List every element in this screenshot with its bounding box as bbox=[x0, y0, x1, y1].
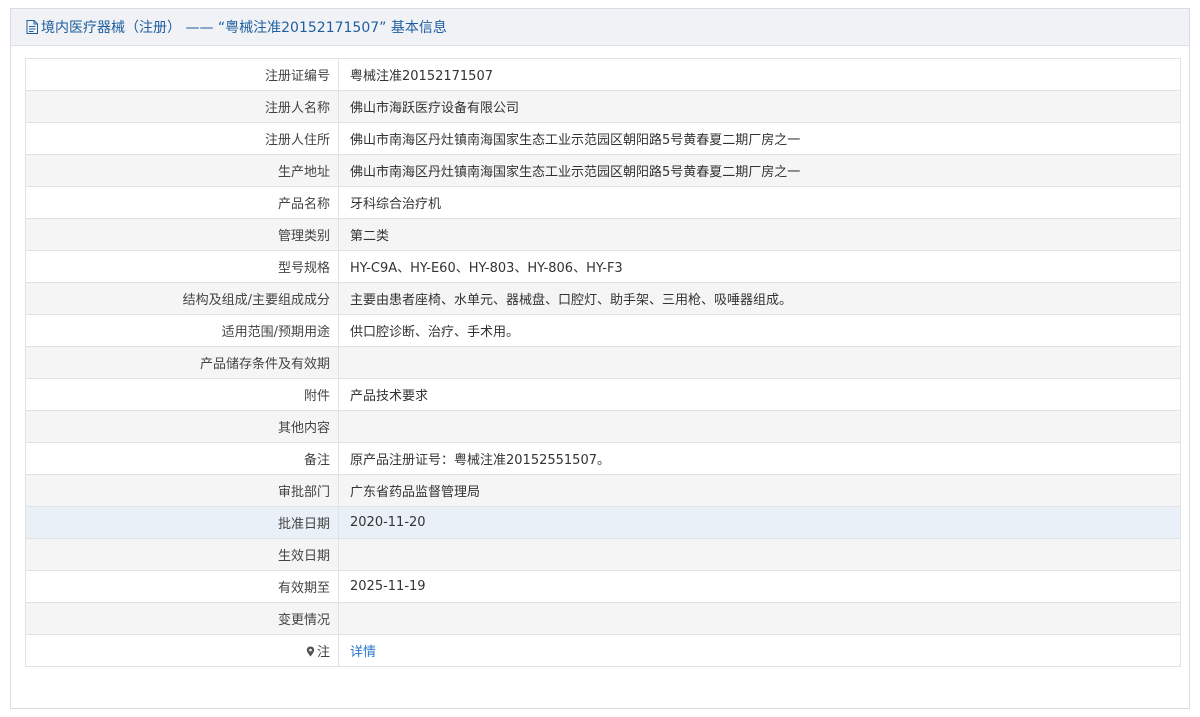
table-row: 适用范围/预期用途 供口腔诊断、治疗、手术用。 bbox=[25, 314, 1181, 347]
table-row: 结构及组成/主要组成成分 主要由患者座椅、水单元、器械盘、口腔灯、助手架、三用枪、… bbox=[25, 282, 1181, 315]
field-value: 广东省药品监督管理局 bbox=[338, 474, 1181, 507]
field-value bbox=[338, 346, 1181, 379]
field-value bbox=[338, 538, 1181, 571]
pin-icon bbox=[306, 646, 315, 657]
table-row: 产品储存条件及有效期 bbox=[25, 346, 1181, 379]
field-label: 审批部门 bbox=[25, 474, 339, 507]
field-label: 其他内容 bbox=[25, 410, 339, 443]
table-row: 管理类别 第二类 bbox=[25, 218, 1181, 251]
field-label: 批准日期 bbox=[25, 506, 339, 539]
table-row: 变更情况 bbox=[25, 602, 1181, 635]
field-label: 注册人住所 bbox=[25, 122, 339, 155]
table-row: 有效期至 2025-11-19 bbox=[25, 570, 1181, 603]
page-title: 境内医疗器械（注册） —— “粤械注准20152171507” 基本信息 bbox=[41, 20, 447, 36]
panel-header: 境内医疗器械（注册） —— “粤械注准20152171507” 基本信息 bbox=[11, 9, 1189, 46]
table-row: 生效日期 bbox=[25, 538, 1181, 571]
field-value bbox=[338, 602, 1181, 635]
field-label: 注 bbox=[25, 634, 339, 667]
field-value: 2025-11-19 bbox=[338, 570, 1181, 603]
field-value: 供口腔诊断、治疗、手术用。 bbox=[338, 314, 1181, 347]
info-table: 注册证编号 粤械注准20152171507 注册人名称 佛山市海跃医疗设备有限公司 注册… bbox=[25, 58, 1181, 667]
field-value: 粤械注准20152171507 bbox=[338, 58, 1181, 91]
table-row: 备注 原产品注册证号：粤械注准20152551507。 bbox=[25, 442, 1181, 475]
table-row: 型号规格 HY-C9A、HY-E60、HY-803、HY-806、HY-F3 bbox=[25, 250, 1181, 283]
field-label: 备注 bbox=[25, 442, 339, 475]
field-label: 附件 bbox=[25, 378, 339, 411]
details-link[interactable]: 详情 bbox=[350, 645, 376, 660]
field-value: 原产品注册证号：粤械注准20152551507。 bbox=[338, 442, 1181, 475]
table-row: 注册证编号 粤械注准20152171507 bbox=[25, 58, 1181, 91]
field-value bbox=[338, 410, 1181, 443]
field-label: 结构及组成/主要组成成分 bbox=[25, 282, 339, 315]
field-value: 牙科综合治疗机 bbox=[338, 186, 1181, 219]
field-label: 型号规格 bbox=[25, 250, 339, 283]
table-row: 生产地址 佛山市南海区丹灶镇南海国家生态工业示范园区朝阳路5号黄春夏二期厂房之一 bbox=[25, 154, 1181, 187]
field-value: 主要由患者座椅、水单元、器械盘、口腔灯、助手架、三用枪、吸唾器组成。 bbox=[338, 282, 1181, 315]
note-label: 注 bbox=[316, 645, 330, 660]
field-label: 有效期至 bbox=[25, 570, 339, 603]
field-value: 2020-11-20 bbox=[338, 506, 1181, 539]
info-panel: 境内医疗器械（注册） —— “粤械注准20152171507” 基本信息 注册证… bbox=[10, 8, 1190, 709]
table-row: 注册人名称 佛山市海跃医疗设备有限公司 bbox=[25, 90, 1181, 123]
field-value: 佛山市南海区丹灶镇南海国家生态工业示范园区朝阳路5号黄春夏二期厂房之一 bbox=[338, 154, 1181, 187]
table-row-note: 注 详情 bbox=[25, 634, 1181, 667]
table-row: 注册人住所 佛山市南海区丹灶镇南海国家生态工业示范园区朝阳路5号黄春夏二期厂房之一 bbox=[25, 122, 1181, 155]
field-label: 适用范围/预期用途 bbox=[25, 314, 339, 347]
field-label: 变更情况 bbox=[25, 602, 339, 635]
table-row: 审批部门 广东省药品监督管理局 bbox=[25, 474, 1181, 507]
field-value: 产品技术要求 bbox=[338, 378, 1181, 411]
field-label: 产品储存条件及有效期 bbox=[25, 346, 339, 379]
table-row: 批准日期 2020-11-20 bbox=[25, 506, 1181, 539]
table-row: 产品名称 牙科综合治疗机 bbox=[25, 186, 1181, 219]
document-icon bbox=[26, 20, 38, 34]
field-label: 管理类别 bbox=[25, 218, 339, 251]
field-label: 生效日期 bbox=[25, 538, 339, 571]
table-row: 附件 产品技术要求 bbox=[25, 378, 1181, 411]
table-row: 其他内容 bbox=[25, 410, 1181, 443]
field-label: 注册人名称 bbox=[25, 90, 339, 123]
field-value: 详情 bbox=[338, 634, 1181, 667]
field-label: 生产地址 bbox=[25, 154, 339, 187]
field-value: 佛山市南海区丹灶镇南海国家生态工业示范园区朝阳路5号黄春夏二期厂房之一 bbox=[338, 122, 1181, 155]
field-value: HY-C9A、HY-E60、HY-803、HY-806、HY-F3 bbox=[338, 250, 1181, 283]
field-label: 注册证编号 bbox=[25, 58, 339, 91]
field-value: 佛山市海跃医疗设备有限公司 bbox=[338, 90, 1181, 123]
field-label: 产品名称 bbox=[25, 186, 339, 219]
field-value: 第二类 bbox=[338, 218, 1181, 251]
